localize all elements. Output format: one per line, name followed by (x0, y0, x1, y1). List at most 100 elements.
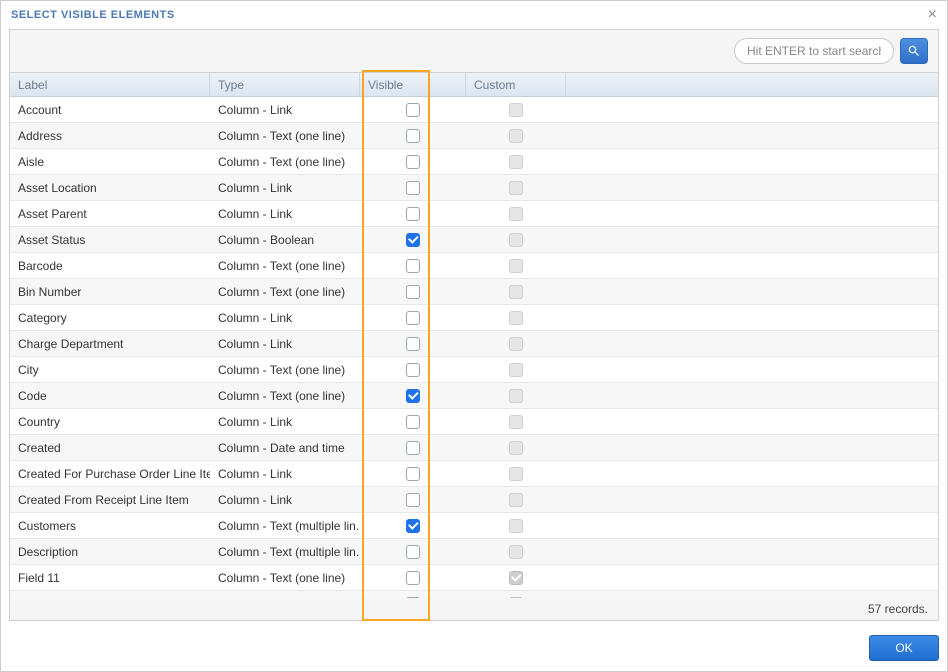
cell-custom (466, 467, 566, 481)
table-row[interactable]: DescriptionColumn - Text (multiple lin..… (10, 539, 938, 565)
cell-type: Column - Text (one line) (210, 259, 360, 273)
col-header-label[interactable]: Label (10, 73, 210, 96)
cell-type: Column - Date and time (210, 441, 360, 455)
table-row[interactable]: Created For Purchase Order Line ItemColu… (10, 461, 938, 487)
visible-checkbox[interactable] (406, 311, 420, 325)
record-count: 57 records. (868, 602, 928, 616)
table-row[interactable]: BarcodeColumn - Text (one line) (10, 253, 938, 279)
table-row[interactable]: Asset StatusColumn - Boolean (10, 227, 938, 253)
visible-checkbox[interactable] (406, 519, 420, 533)
cell-type: Column - Link (210, 207, 360, 221)
cell-custom (466, 363, 566, 377)
custom-checkbox (509, 311, 523, 325)
table-row[interactable]: Field 8Column - Text (one line) (10, 591, 938, 598)
cell-visible (360, 415, 466, 429)
table-row[interactable]: Field 11Column - Text (one line) (10, 565, 938, 591)
close-icon[interactable]: × (928, 7, 937, 23)
visible-checkbox[interactable] (406, 129, 420, 143)
visible-checkbox[interactable] (406, 545, 420, 559)
cell-visible (360, 259, 466, 273)
table-row[interactable]: Asset ParentColumn - Link (10, 201, 938, 227)
custom-checkbox (509, 155, 523, 169)
cell-type: Column - Link (210, 467, 360, 481)
cell-label: Asset Status (10, 233, 210, 247)
visible-checkbox[interactable] (406, 389, 420, 403)
visible-checkbox[interactable] (406, 415, 420, 429)
custom-checkbox (509, 415, 523, 429)
table-row[interactable]: Charge DepartmentColumn - Link (10, 331, 938, 357)
table-row[interactable]: Bin NumberColumn - Text (one line) (10, 279, 938, 305)
search-button[interactable] (900, 38, 928, 64)
cell-type: Column - Link (210, 415, 360, 429)
col-header-type[interactable]: Type (210, 73, 360, 96)
cell-custom (466, 415, 566, 429)
cell-visible (360, 337, 466, 351)
custom-checkbox (509, 103, 523, 117)
cell-type: Column - Text (multiple lin... (210, 545, 360, 559)
visible-checkbox[interactable] (406, 207, 420, 221)
grid-body[interactable]: AccountColumn - LinkAddressColumn - Text… (10, 97, 938, 598)
cell-custom (466, 389, 566, 403)
grid-footer: 57 records. (10, 598, 938, 620)
dialog: SELECT VISIBLE ELEMENTS × Label Type Vis… (0, 0, 948, 672)
cell-type: Column - Text (one line) (210, 129, 360, 143)
custom-checkbox (509, 441, 523, 455)
cell-visible (360, 389, 466, 403)
table-row[interactable]: CountryColumn - Link (10, 409, 938, 435)
cell-visible (360, 233, 466, 247)
cell-type: Column - Link (210, 311, 360, 325)
table-row[interactable]: Created From Receipt Line ItemColumn - L… (10, 487, 938, 513)
table-row[interactable]: AccountColumn - Link (10, 97, 938, 123)
cell-type: Column - Text (one line) (210, 155, 360, 169)
cell-type: Column - Text (one line) (210, 389, 360, 403)
cell-custom (466, 441, 566, 455)
visible-checkbox[interactable] (406, 493, 420, 507)
col-header-rest (566, 73, 938, 96)
cell-custom (466, 129, 566, 143)
ok-button[interactable]: OK (869, 635, 939, 661)
visible-checkbox[interactable] (406, 571, 420, 585)
search-input[interactable] (734, 38, 894, 64)
table-row[interactable]: CityColumn - Text (one line) (10, 357, 938, 383)
search-row (10, 30, 938, 72)
visible-checkbox[interactable] (406, 285, 420, 299)
table-row[interactable]: CategoryColumn - Link (10, 305, 938, 331)
cell-visible (360, 363, 466, 377)
grid-header: Label Type Visible Custom (10, 73, 938, 97)
visible-checkbox[interactable] (406, 441, 420, 455)
cell-label: Country (10, 415, 210, 429)
cell-visible (360, 129, 466, 143)
cell-type: Column - Link (210, 493, 360, 507)
visible-checkbox[interactable] (406, 233, 420, 247)
table-row[interactable]: AisleColumn - Text (one line) (10, 149, 938, 175)
table-row[interactable]: CreatedColumn - Date and time (10, 435, 938, 461)
cell-visible (360, 519, 466, 533)
visible-checkbox[interactable] (406, 259, 420, 273)
cell-type: Column - Link (210, 337, 360, 351)
cell-type: Column - Link (210, 181, 360, 195)
cell-type: Column - Text (multiple lin... (210, 519, 360, 533)
cell-label: Category (10, 311, 210, 325)
dialog-title: SELECT VISIBLE ELEMENTS (11, 9, 175, 21)
custom-checkbox (509, 519, 523, 533)
visible-checkbox[interactable] (406, 337, 420, 351)
col-header-visible[interactable]: Visible (360, 73, 466, 96)
cell-custom (466, 181, 566, 195)
cell-label: Created For Purchase Order Line Item (10, 467, 210, 481)
visible-checkbox[interactable] (406, 103, 420, 117)
cell-label: Customers (10, 519, 210, 533)
cell-label: Created From Receipt Line Item (10, 493, 210, 507)
custom-checkbox (509, 233, 523, 247)
visible-checkbox[interactable] (406, 181, 420, 195)
table-row[interactable]: CustomersColumn - Text (multiple lin... (10, 513, 938, 539)
visible-checkbox[interactable] (406, 467, 420, 481)
cell-visible (360, 545, 466, 559)
table-row[interactable]: AddressColumn - Text (one line) (10, 123, 938, 149)
visible-checkbox[interactable] (406, 155, 420, 169)
col-header-custom[interactable]: Custom (466, 73, 566, 96)
custom-checkbox (509, 129, 523, 143)
table-row[interactable]: CodeColumn - Text (one line) (10, 383, 938, 409)
custom-checkbox (509, 389, 523, 403)
table-row[interactable]: Asset LocationColumn - Link (10, 175, 938, 201)
visible-checkbox[interactable] (406, 363, 420, 377)
